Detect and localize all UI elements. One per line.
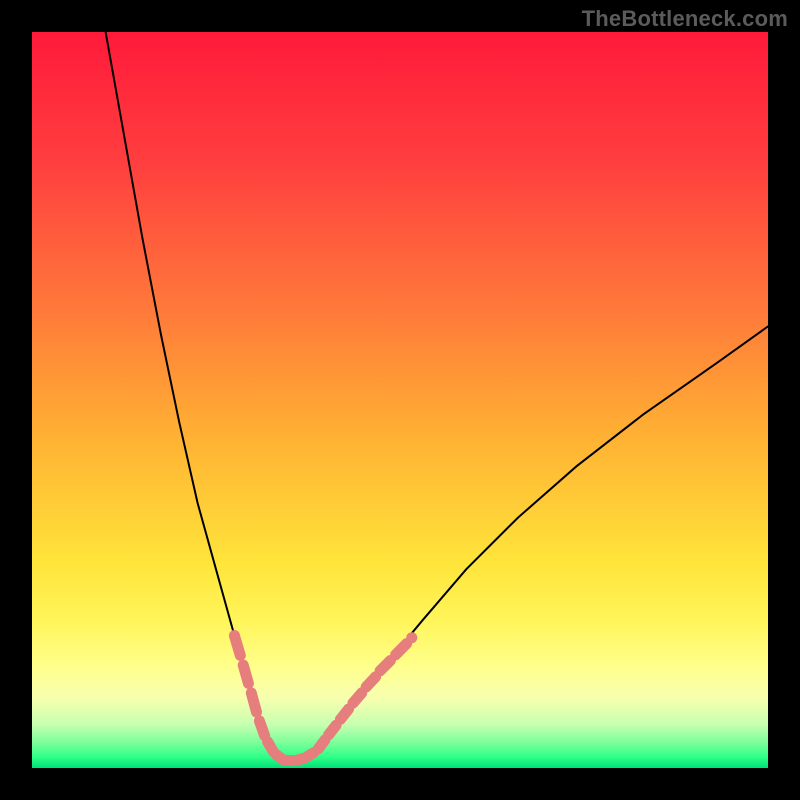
watermark-text: TheBottleneck.com bbox=[582, 6, 788, 32]
dash-segment bbox=[259, 721, 264, 736]
outer-frame: TheBottleneck.com bbox=[0, 0, 800, 800]
dash-segment bbox=[307, 753, 314, 757]
dash-segment bbox=[366, 677, 376, 687]
dash-segment bbox=[396, 644, 407, 655]
dash-segment bbox=[268, 742, 274, 752]
dash-segment bbox=[329, 725, 336, 735]
dash-segment bbox=[318, 740, 325, 749]
dash-segment bbox=[353, 693, 362, 703]
plot-area bbox=[32, 32, 768, 768]
dash-segment bbox=[234, 636, 240, 656]
chart-svg bbox=[32, 32, 768, 768]
dash-segment bbox=[380, 661, 390, 671]
dash-segment bbox=[340, 709, 348, 719]
dash-segment bbox=[251, 693, 256, 712]
dash-segment bbox=[243, 665, 248, 683]
